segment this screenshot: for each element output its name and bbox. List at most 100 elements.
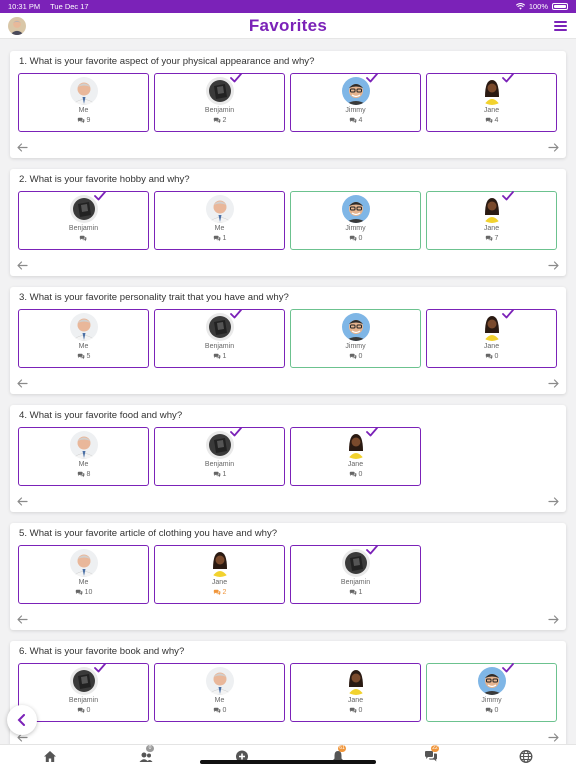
comment-count-value: 0 [494, 707, 499, 714]
answer-author: Me [78, 107, 89, 114]
battery-percent: 100% [528, 2, 548, 11]
answer-author: Me [214, 225, 225, 232]
arrow-right-icon[interactable] [548, 139, 559, 152]
answer-author: Benjamin [340, 579, 371, 586]
arrow-left-icon[interactable] [17, 257, 28, 270]
answer-author: Jimmy [345, 107, 366, 114]
answer-tile-jane[interactable]: Jane 0 [290, 427, 421, 486]
check-icon [229, 427, 242, 437]
menu-icon[interactable] [554, 21, 567, 31]
answer-tile-me[interactable]: Me 9 [18, 73, 149, 132]
answer-author: Jimmy [481, 697, 502, 704]
answer-tile-benjamin[interactable]: Benjamin 0 [18, 663, 149, 722]
answer-tile-jane[interactable]: Jane 0 [290, 663, 421, 722]
profile-avatar[interactable] [8, 17, 26, 35]
comments-icon [349, 707, 356, 714]
answer-tile-jane[interactable]: Jane 4 [426, 73, 557, 132]
comments-icon [213, 353, 220, 360]
answer-tile-benjamin[interactable]: Benjamin 1 [154, 427, 285, 486]
avatar [69, 549, 98, 577]
answer-tile-jimmy[interactable]: Jimmy 0 [290, 309, 421, 368]
comment-count-value: 7 [494, 235, 499, 242]
answer-tile-me[interactable]: Me 0 [154, 663, 285, 722]
chevron-left-icon [17, 714, 25, 726]
answer-tile-me[interactable]: Me 1 [154, 191, 285, 250]
answer-tile-jane[interactable]: Jane 2 [154, 545, 285, 604]
answer-tile-me[interactable]: Me 10 [18, 545, 149, 604]
question-card: 3. What is your favorite personality tra… [10, 287, 566, 394]
comment-count: 2 [155, 117, 284, 124]
answer-author: Jane [483, 225, 500, 232]
back-button[interactable] [7, 705, 37, 735]
answer-author: Jane [483, 107, 500, 114]
comments-icon [77, 471, 84, 478]
question-title: 5. What is your favorite article of clot… [19, 528, 278, 539]
answer-author: Jane [483, 343, 500, 350]
comment-count: 0 [291, 353, 420, 360]
tab-people[interactable]: 0 [137, 745, 155, 764]
answer-author: Me [214, 697, 225, 704]
comment-count: 0 [427, 353, 556, 360]
check-icon [365, 545, 378, 555]
comment-count: 5 [19, 353, 148, 360]
comments-icon [213, 589, 220, 596]
check-icon [93, 663, 106, 673]
comment-count: 2 [155, 589, 284, 596]
answer-author: Benjamin [204, 107, 235, 114]
tab-globe[interactable] [517, 748, 535, 764]
answer-tile-jimmy[interactable]: Jimmy 0 [426, 663, 557, 722]
comment-count-value: 0 [358, 235, 363, 242]
answer-tile-me[interactable]: Me 8 [18, 427, 149, 486]
check-icon [229, 309, 242, 319]
arrow-left-icon[interactable] [17, 611, 28, 624]
question-card: 6. What is your favorite book and why? Be… [10, 641, 566, 744]
check-icon [501, 309, 514, 319]
comment-count-value: 1 [358, 589, 363, 596]
comments-icon [485, 353, 492, 360]
arrow-left-icon[interactable] [17, 139, 28, 152]
answer-tile-benjamin[interactable]: Benjamin 2 [154, 73, 285, 132]
answer-tile-benjamin[interactable]: Benjamin [18, 191, 149, 250]
question-title: 1. What is your favorite aspect of your … [19, 56, 315, 67]
arrow-right-icon[interactable] [548, 257, 559, 270]
check-icon [501, 191, 514, 201]
answer-tile-benjamin[interactable]: Benjamin 1 [290, 545, 421, 604]
comment-count-value: 0 [358, 471, 363, 478]
tab-chat[interactable]: 22 [422, 745, 440, 764]
answer-tile-jimmy[interactable]: Jimmy 4 [290, 73, 421, 132]
answer-tile-benjamin[interactable]: Benjamin 1 [154, 309, 285, 368]
tab-home[interactable] [41, 748, 59, 764]
answer-tile-jimmy[interactable]: Jimmy 0 [290, 191, 421, 250]
question-card: 2. What is your favorite hobby and why? B… [10, 169, 566, 276]
comments-icon [213, 471, 220, 478]
app-header: Favorites [0, 13, 576, 39]
question-title: 4. What is your favorite food and why? [19, 410, 183, 421]
arrow-right-icon[interactable] [548, 493, 559, 506]
comments-icon [485, 235, 492, 242]
answer-author: Benjamin [68, 225, 99, 232]
arrow-right-icon[interactable] [548, 375, 559, 388]
arrow-right-icon[interactable] [548, 611, 559, 624]
comment-count: 1 [155, 471, 284, 478]
answer-tile-jane[interactable]: Jane 7 [426, 191, 557, 250]
answer-author: Me [78, 461, 89, 468]
comments-icon [77, 707, 84, 714]
comment-count-value: 0 [358, 707, 363, 714]
comment-count: 1 [155, 353, 284, 360]
check-icon [501, 663, 514, 673]
comment-count-value: 8 [86, 471, 91, 478]
check-icon [365, 73, 378, 83]
avatar [341, 313, 370, 341]
status-bar: 10:31 PM Tue Dec 17 100% [0, 0, 576, 13]
arrow-left-icon[interactable] [17, 375, 28, 388]
bottom-tab-bar: 0 61 22 [0, 744, 576, 768]
comment-count: 4 [291, 117, 420, 124]
comments-icon [485, 707, 492, 714]
answer-tile-me[interactable]: Me 5 [18, 309, 149, 368]
answer-author: Jimmy [345, 225, 366, 232]
question-title: 3. What is your favorite personality tra… [19, 292, 289, 303]
arrow-right-icon[interactable] [548, 729, 559, 742]
arrow-left-icon[interactable] [17, 493, 28, 506]
question-card: 5. What is your favorite article of clot… [10, 523, 566, 630]
answer-tile-jane[interactable]: Jane 0 [426, 309, 557, 368]
